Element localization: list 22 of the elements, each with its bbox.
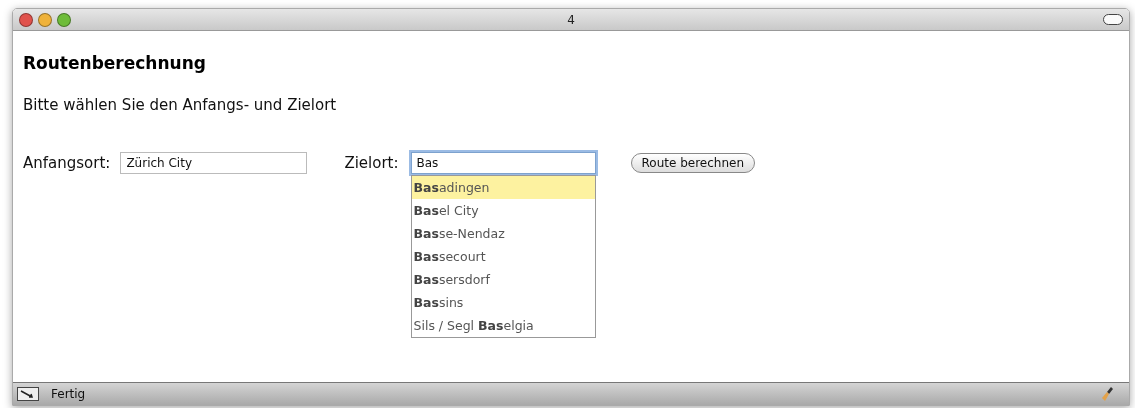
start-field[interactable]: Zürich City (120, 152, 308, 174)
suggestion-item[interactable]: Basadingen (411, 176, 595, 199)
destination-field[interactable]: Bas (410, 152, 596, 174)
suggestion-item[interactable]: Basse-Nendaz (411, 222, 595, 245)
suggestion-item[interactable]: Basel City (411, 199, 595, 222)
suggestion-item[interactable]: Bassins (411, 291, 595, 314)
toolbar-toggle-button[interactable] (1103, 14, 1123, 25)
zoom-button[interactable] (57, 12, 71, 27)
calculate-route-button[interactable]: Route berechnen (630, 153, 755, 173)
minimize-button[interactable] (38, 12, 52, 27)
start-label: Anfangsort: (23, 154, 111, 172)
close-button[interactable] (19, 12, 33, 27)
status-icon (17, 387, 39, 401)
instruction-text: Bitte wählen Sie den Anfangs- und Zielort (23, 96, 338, 114)
broom-icon (1101, 386, 1115, 402)
suggestion-item[interactable]: Bassecourt (411, 245, 595, 268)
window-title: 4 (567, 12, 575, 27)
status-text: Fertig (51, 387, 86, 401)
suggestion-item[interactable]: Sils / Segl Baselgia (411, 314, 595, 337)
destination-label: Zielort: (344, 154, 399, 172)
suggestion-item[interactable]: Bassersdorf (411, 268, 595, 291)
page-heading: Routenberechnung (23, 53, 207, 73)
